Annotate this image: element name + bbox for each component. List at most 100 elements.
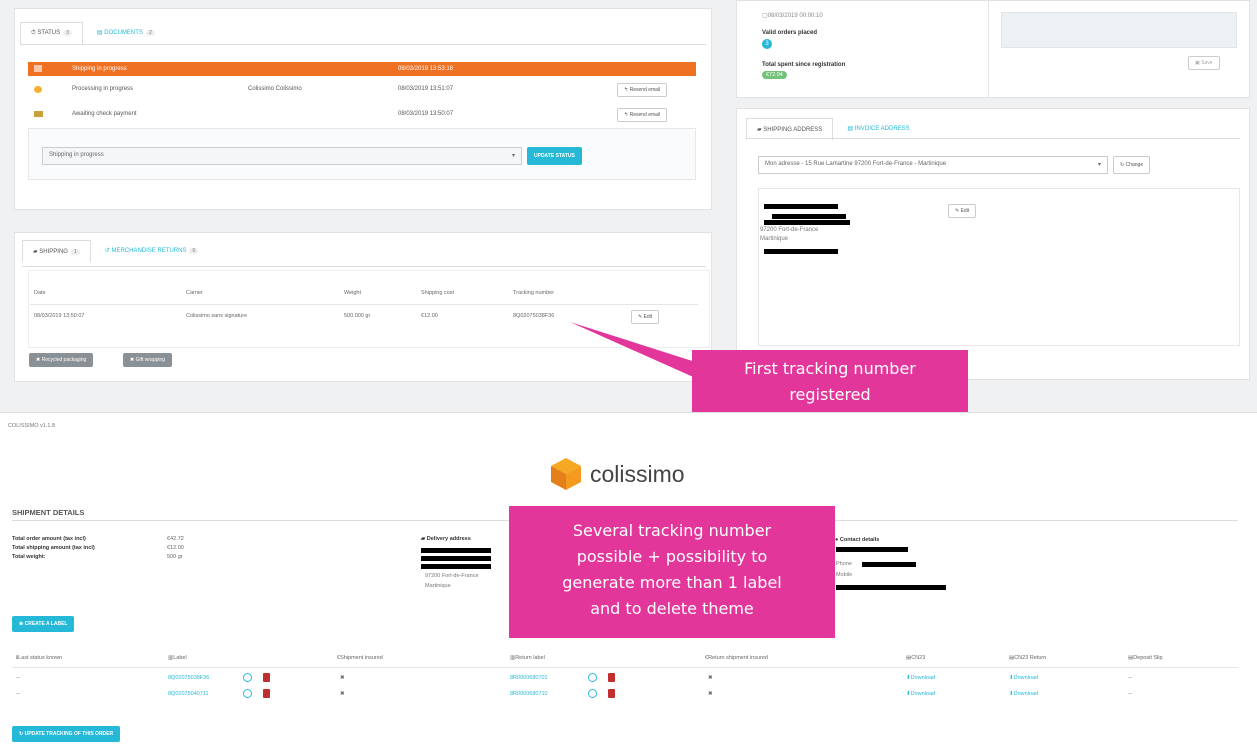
view-return-label-icon[interactable] (588, 689, 597, 698)
deposit-slip: -- (1128, 675, 1132, 681)
valid-orders-count: 3 (762, 39, 772, 49)
shipment-details-title: SHIPMENT DETAILS (12, 508, 85, 517)
view-return-label-icon[interactable] (588, 673, 597, 682)
address-city: 97200 Fort-de-France (760, 227, 819, 233)
view-label-icon[interactable] (243, 673, 252, 682)
shipment-insured: ✖ (340, 691, 345, 697)
col-carrier: Carrier (186, 290, 203, 296)
delete-return-label-icon[interactable] (608, 689, 615, 698)
shipping-cost: €12.00 (421, 313, 438, 319)
callout-several-tracking: Several tracking number possible + possi… (509, 506, 835, 638)
tracking-number[interactable]: 8Q02075038F36 (513, 313, 554, 319)
create-label-button[interactable]: ⊕ CREATE A LABEL (12, 616, 75, 632)
reply-icon: ↰ (624, 112, 629, 118)
save-icon: ▣ (1195, 60, 1200, 66)
resend-email-button[interactable]: ↰ Resend email (617, 83, 668, 97)
document-icon: ▤ (96, 30, 103, 36)
resend-email-button[interactable]: ↰ Resend email (617, 108, 668, 122)
save-note-button[interactable]: ▣ Save (1188, 56, 1220, 70)
refresh-icon: ↻ (1120, 162, 1125, 168)
chevron-down-icon: ▾ (511, 153, 515, 159)
note-textarea[interactable] (1001, 12, 1237, 48)
tab-documents[interactable]: ▤ DOCUMENTS 2 (87, 22, 165, 44)
col-shipment-insured: €Shipment insured (337, 655, 383, 661)
truck-status-icon (34, 65, 42, 72)
label-number[interactable]: 8Q02075038F36 (168, 675, 209, 681)
document-icon: ▤ (847, 126, 853, 132)
return-label-number[interactable]: 8R0000680710 (510, 691, 548, 697)
contact-details-title: ● Contact details (835, 537, 880, 543)
vertical-divider (988, 0, 989, 98)
redacted-contact-name (836, 547, 908, 552)
col-cn23: ▤CN23 (906, 655, 926, 661)
delivery-city: 97200 Fort-de-France (425, 573, 479, 579)
cn23-return-download[interactable]: ⬇Download (1009, 675, 1038, 681)
deposit-slip: -- (1128, 691, 1132, 697)
address-box (758, 188, 1240, 346)
cn23-return-download[interactable]: ⬇Download (1009, 691, 1038, 697)
tab-invoice-address[interactable]: ▤ INVOICE ADDRESS (837, 118, 919, 140)
update-status-button[interactable]: UPDATE STATUS (527, 147, 582, 165)
recycled-packaging-button[interactable]: ✖ Recycled packaging (29, 353, 94, 367)
return-insured: ✖ (708, 675, 713, 681)
status-row-current: Shipping in progress 08/03/2019 13:53:18 (28, 62, 696, 76)
status-row: Processing in progress Colissimo Colissi… (28, 82, 696, 96)
summary-value: 500 gr (167, 554, 183, 560)
gift-wrapping-button[interactable]: ✖ Gift wrapping (123, 353, 173, 367)
col-tracking-number: Tracking number (513, 290, 555, 296)
close-icon: ✖ (36, 357, 41, 363)
return-label-number[interactable]: 8R0000680701 (510, 675, 548, 681)
edit-address-button[interactable]: ✎ Edit (948, 204, 977, 218)
tab-merchandise-returns[interactable]: ↺ MERCHANDISE RETURNS 0 (95, 240, 209, 262)
tab-divider (746, 138, 1240, 139)
col-return-insured: €Return shipment insured (705, 655, 768, 661)
valid-orders-label: Valid orders placed (762, 30, 818, 36)
status-row: Awaiting check payment 08/03/2019 13:50:… (28, 107, 696, 121)
shipping-carrier: Colissimo sans signature (186, 313, 248, 319)
redacted-line (421, 564, 491, 569)
col-label: ▥Label (168, 655, 187, 661)
col-cn23-return: ▤CN23 Return (1009, 655, 1047, 661)
change-address-button[interactable]: ↻ Change (1113, 156, 1151, 174)
delivery-address-title: ▰ Delivery address (421, 536, 471, 542)
delete-label-icon[interactable] (263, 689, 270, 698)
cn23-download[interactable]: ⬇Download (906, 675, 935, 681)
col-shipping-cost: Shipping cost (421, 290, 455, 296)
tab-shipping[interactable]: ▰ SHIPPING 1 (22, 240, 91, 262)
redacted-phone (764, 249, 838, 254)
tab-divider (20, 44, 706, 45)
status-tabs: ⏱ STATUS 3 ▤ DOCUMENTS 2 (20, 22, 169, 44)
user-icon: ● (835, 537, 839, 543)
table-divider (12, 667, 1238, 668)
summary-value: €42.72 (167, 536, 184, 542)
label-number[interactable]: 8Q02075040711 (168, 691, 209, 697)
status-select[interactable]: Shipping in progress ▾ (42, 147, 522, 165)
shipment-insured: ✖ (340, 675, 345, 681)
module-version: COLISSIMO v1.1.8 (8, 423, 56, 429)
tab-shipping-address[interactable]: ▰ SHIPPING ADDRESS (746, 118, 834, 140)
tab-status[interactable]: ⏱ STATUS 3 (20, 22, 83, 44)
redacted-phone (862, 562, 916, 567)
address-country: Martinique (760, 236, 789, 242)
view-label-icon[interactable] (243, 689, 252, 698)
total-spent-label: Total spent since registration (762, 62, 846, 68)
redacted-line (764, 220, 850, 225)
col-return-label: ▥Return label (510, 655, 545, 661)
address-select[interactable]: Mon adresse - 15 Rue Lamartine 97200 For… (758, 156, 1108, 174)
delete-return-label-icon[interactable] (608, 673, 615, 682)
history-icon: ⏱ (31, 30, 36, 36)
redacted-name (764, 204, 838, 209)
edit-shipping-button[interactable]: ✎ Edit (631, 310, 660, 324)
return-icon: ↺ (104, 248, 110, 254)
cn23-download[interactable]: ⬇Download (906, 691, 935, 697)
shipping-weight: 500.000 gr (344, 313, 371, 319)
registration-date: ▢08/03/2019 00:00:10 (762, 13, 823, 19)
pencil-icon: ✎ (638, 314, 643, 320)
plus-circle-icon: ⊕ (19, 621, 24, 627)
reply-icon: ↰ (624, 87, 629, 93)
update-tracking-button[interactable]: ↻ UPDATE TRACKING OF THIS ORDER (12, 726, 121, 742)
col-date: Date (34, 290, 46, 296)
chevron-down-icon: ▾ (1097, 162, 1101, 168)
truck-icon: ▰ (757, 127, 762, 133)
delete-label-icon[interactable] (263, 673, 270, 682)
